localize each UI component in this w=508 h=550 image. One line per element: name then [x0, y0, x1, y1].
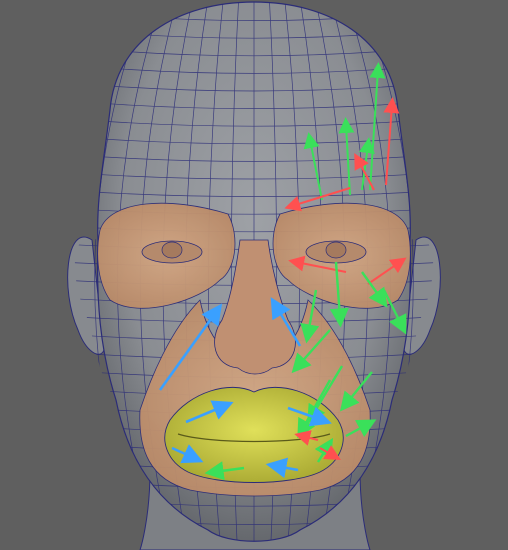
- eye-right: [305, 240, 367, 264]
- lips: [164, 386, 344, 483]
- eye-left: [141, 240, 203, 264]
- face-topology-render: [0, 0, 508, 550]
